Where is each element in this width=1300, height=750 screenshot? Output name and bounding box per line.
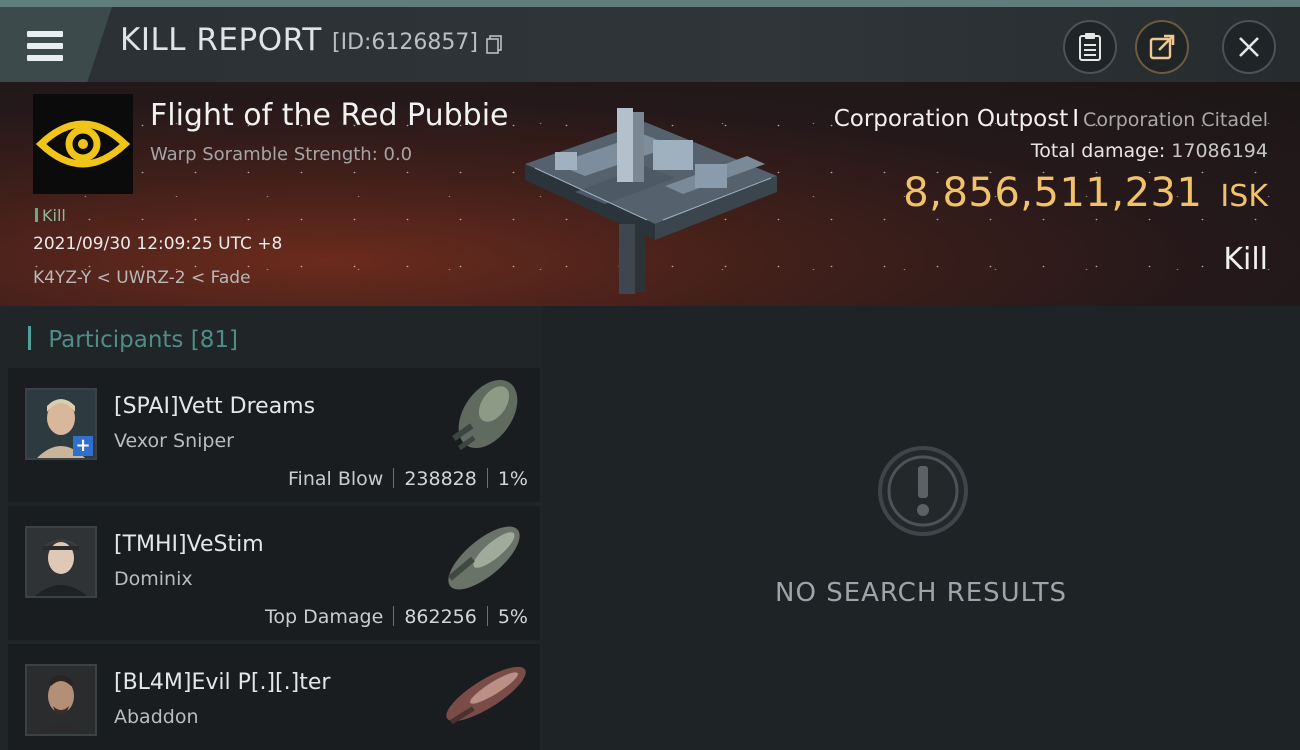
pilot-name[interactable]: [BL4M]Evil P[.][.]ter — [114, 670, 330, 695]
pilot-role: Final Blow — [288, 468, 384, 490]
pilot-avatar[interactable]: + — [25, 388, 97, 460]
pilot-stats: Top Damage 862256 5% — [265, 606, 528, 628]
isk-value-row: 8,856,511,231 ISK — [903, 170, 1268, 216]
participants-header: Participants [81] — [28, 326, 238, 353]
participant-row[interactable]: [TMHI]VeStim Dominix Top Damage 862256 5% — [8, 506, 540, 640]
copy-icon[interactable] — [486, 35, 502, 54]
participant-row[interactable]: + [SPAI]Vett Dreams Vexor Sniper Final B… — [8, 368, 540, 502]
result-label: Kill — [1223, 242, 1268, 277]
share-icon — [1149, 34, 1175, 60]
ship-thumbnail[interactable] — [428, 374, 536, 466]
page-title: KILL REPORT — [120, 22, 322, 58]
ship-thumbnail[interactable] — [428, 650, 536, 742]
share-button[interactable] — [1135, 20, 1189, 74]
kill-id: [ID:6126857] — [332, 30, 478, 55]
stats-divider — [486, 606, 488, 626]
pilot-damage-percent: 1% — [497, 468, 528, 490]
participant-row[interactable]: [BL4M]Evil P[.][.]ter Abaddon — [8, 644, 540, 750]
warp-scramble-strength: Warp Soramble Strength: 0.0 — [150, 144, 413, 165]
stats-divider — [393, 468, 395, 488]
stats-divider — [393, 606, 395, 626]
pilot-ship: Vexor Sniper — [114, 430, 234, 452]
hamburger-icon — [27, 31, 63, 61]
participants-label: Participants — [48, 327, 184, 353]
plus-icon: + — [73, 436, 93, 456]
isk-value: 8,856,511,231 — [903, 170, 1203, 216]
victim-name: Flight of the Red Pubbie — [150, 98, 509, 133]
close-button[interactable] — [1222, 20, 1276, 74]
pilot-name[interactable]: [TMHI]VeStim — [114, 532, 264, 557]
pilot-name[interactable]: [SPAI]Vett Dreams — [114, 394, 315, 419]
participants-panel[interactable]: Participants [81] + [SPAI]Vett Dreams Ve… — [0, 306, 542, 750]
ship-type-separator: I — [1072, 106, 1080, 132]
pilot-portrait-icon — [27, 666, 95, 734]
kill-location: K4YZ-Y < UWRZ-2 < Fade — [33, 268, 251, 288]
close-icon — [1239, 37, 1259, 57]
citadel-structure-image[interactable] — [515, 102, 785, 302]
total-damage-label: Total damage: — [1030, 140, 1166, 162]
ship-type-name: Corporation Outpost — [833, 106, 1069, 132]
pilot-role: Top Damage — [265, 606, 384, 628]
pilot-damage: 238828 — [404, 468, 477, 490]
clipboard-button[interactable] — [1063, 20, 1117, 74]
ship-thumbnail[interactable] — [428, 512, 536, 604]
header-bar: KILL REPORT [ID:6126857] — [0, 0, 1300, 82]
pilot-damage-percent: 5% — [497, 606, 528, 628]
pilot-stats: Final Blow 238828 1% — [288, 468, 528, 490]
kill-tag: Kill — [35, 206, 66, 225]
total-damage: Total damage: 17086194 — [1031, 140, 1268, 162]
results-panel: NO SEARCH RESULTS — [542, 306, 1300, 750]
clipboard-icon — [1079, 33, 1101, 61]
ship-type: Corporation Outpost I Corporation Citadel — [834, 106, 1268, 132]
corporation-logo[interactable] — [33, 94, 133, 194]
stats-divider — [486, 468, 488, 488]
kill-datetime: 2021/09/30 12:09:25 UTC +8 — [33, 234, 283, 254]
pilot-damage: 862256 — [404, 606, 477, 628]
pilot-avatar[interactable] — [25, 664, 97, 736]
ship-group-name: Corporation Citadel — [1083, 109, 1268, 131]
eye-logo-icon — [35, 120, 131, 168]
pilot-ship: Abaddon — [114, 706, 199, 728]
pilot-avatar[interactable] — [25, 526, 97, 598]
empty-results-message: NO SEARCH RESULTS — [775, 578, 1067, 608]
pilot-portrait-icon — [27, 528, 95, 596]
pilot-ship: Dominix — [114, 568, 193, 590]
victim-banner: Flight of the Red Pubbie Warp Soramble S… — [0, 82, 1300, 306]
participants-count: [81] — [190, 327, 238, 353]
exclamation-icon — [878, 446, 968, 536]
header-accent — [0, 0, 1300, 7]
total-damage-value: 17086194 — [1171, 140, 1268, 162]
menu-button[interactable] — [0, 7, 112, 82]
isk-unit: ISK — [1220, 179, 1268, 214]
